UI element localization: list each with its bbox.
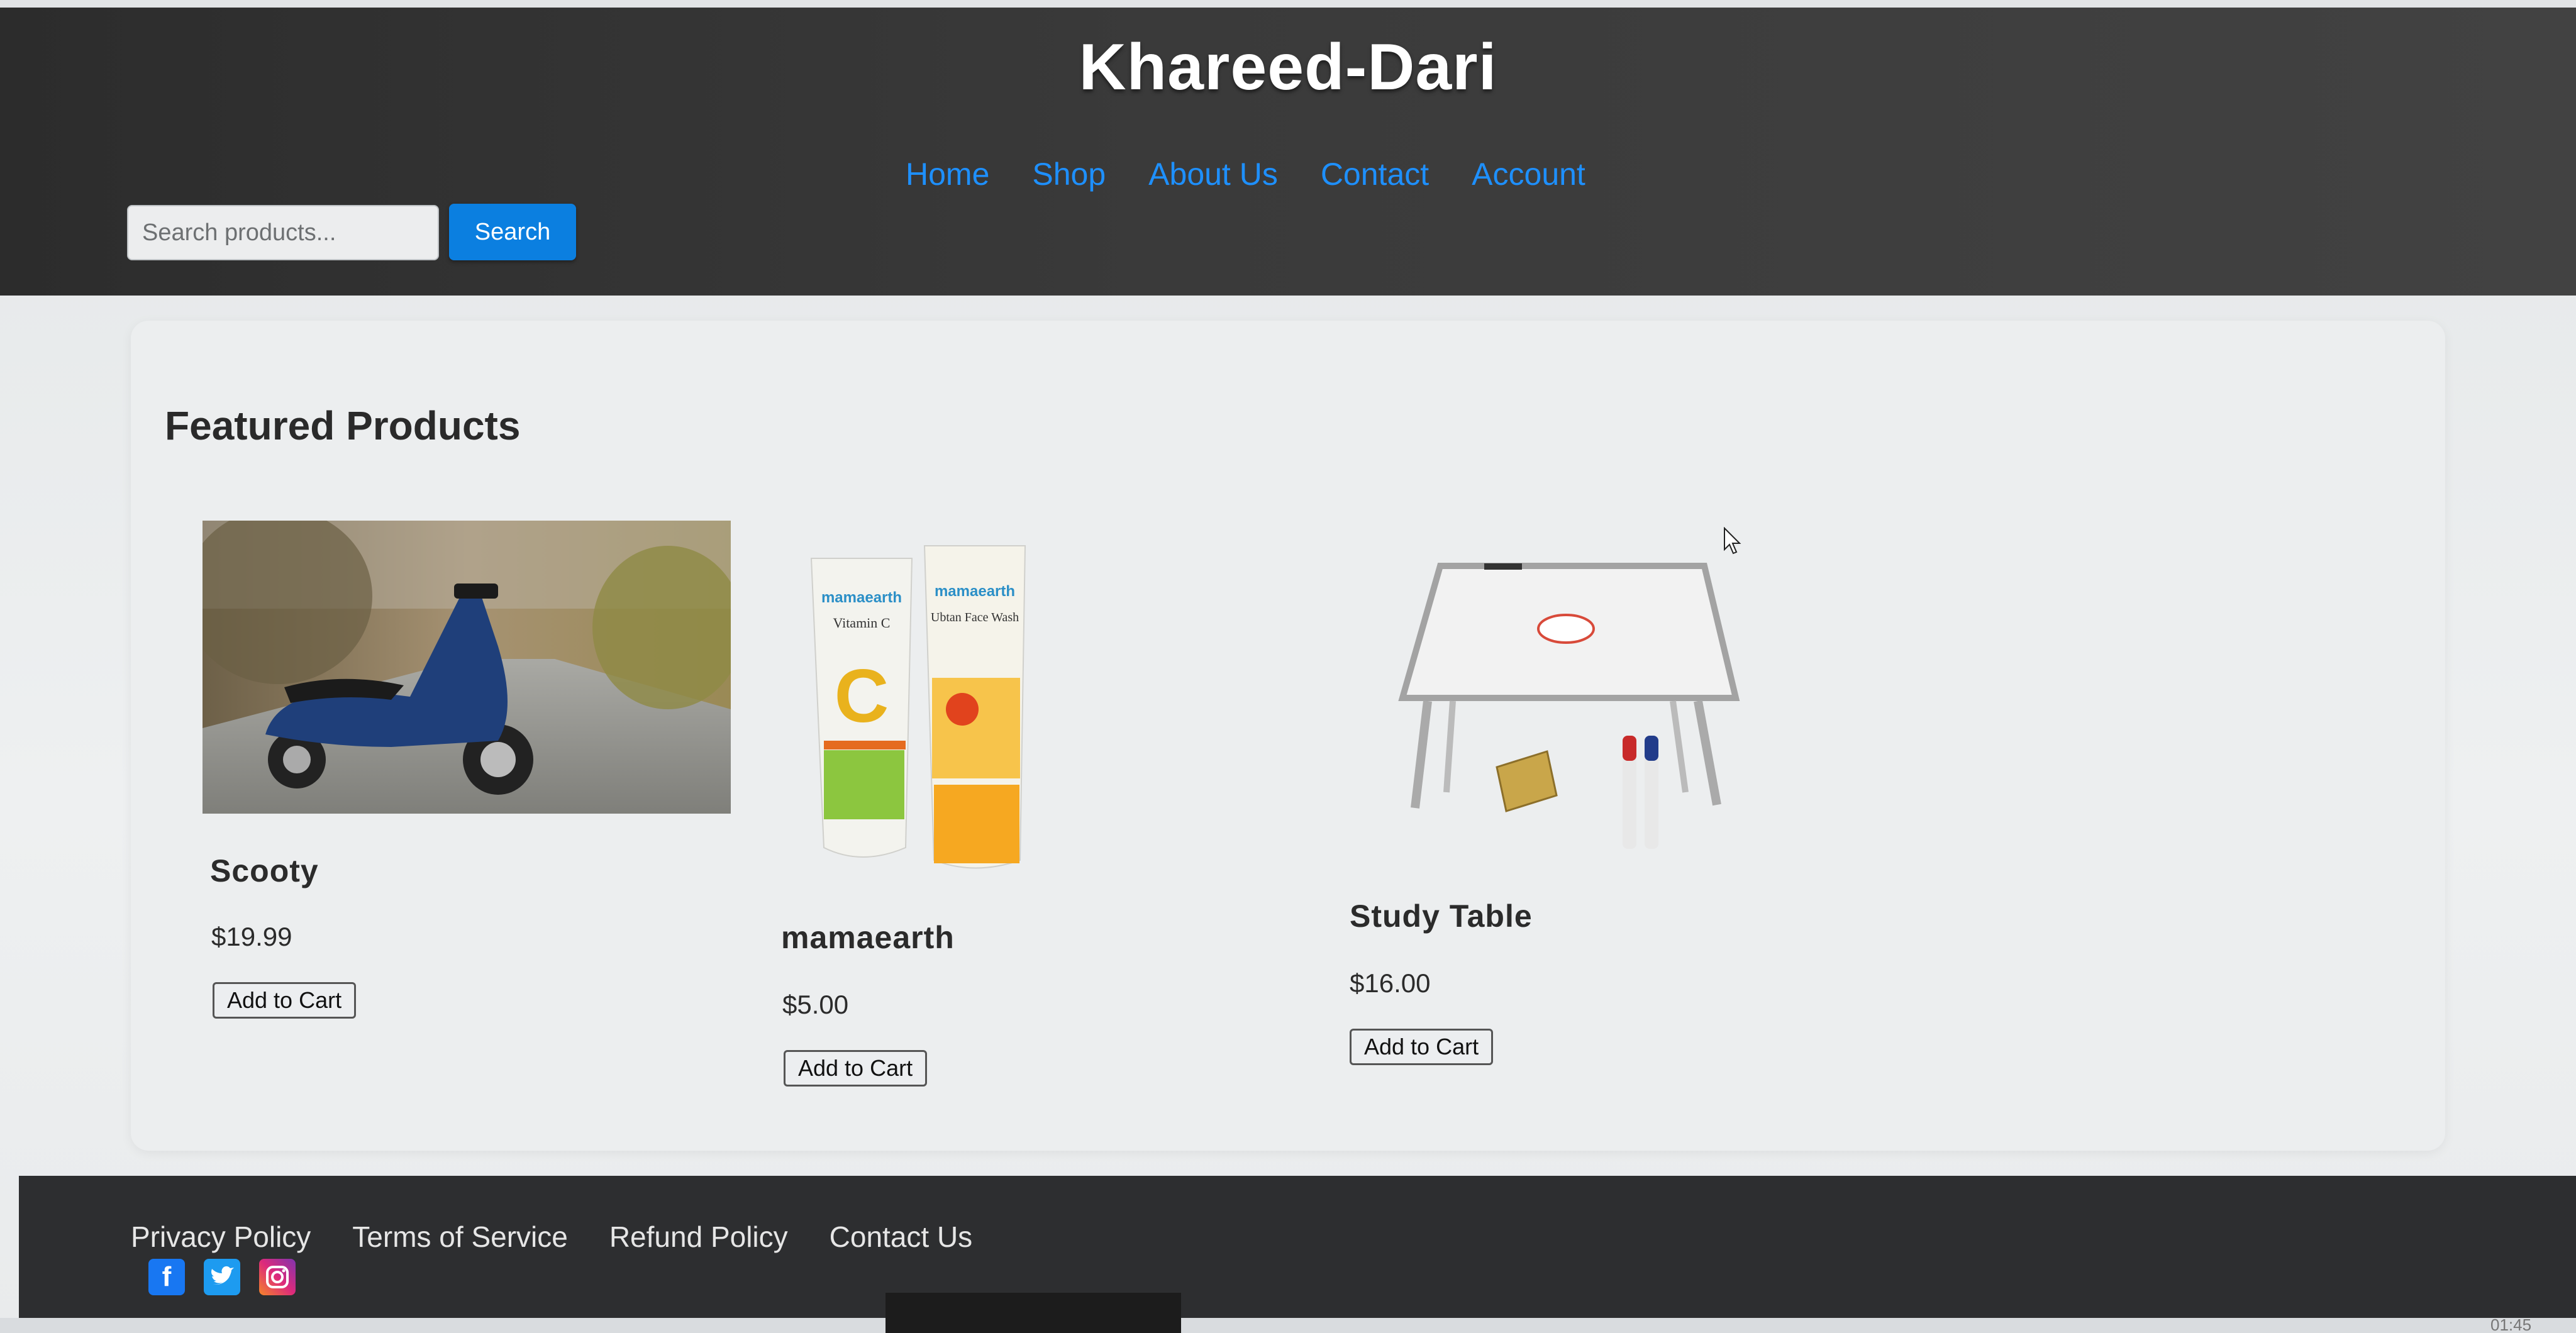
facebook-icon[interactable]: f xyxy=(148,1259,185,1295)
nav-home-link[interactable]: Home xyxy=(906,156,989,192)
skincare-tubes-photo: mamaearth Vitamin C C mamaearth Ubtan Fa… xyxy=(810,545,1026,869)
tube-brand-text: mamaearth xyxy=(821,589,902,606)
add-to-cart-button[interactable]: Add to Cart xyxy=(213,982,357,1019)
section-title: Featured Products xyxy=(165,403,521,448)
main-nav: Home Shop About Us Contact Account xyxy=(906,156,1585,192)
taskbar xyxy=(0,1318,2576,1333)
product-name: Study Table xyxy=(1350,899,1533,934)
site-title: Khareed-Dari xyxy=(1079,31,1497,104)
search-input[interactable] xyxy=(127,205,439,260)
add-to-cart-button[interactable]: Add to Cart xyxy=(1350,1029,1494,1065)
social-links: f xyxy=(148,1259,296,1295)
product-name: mamaearth xyxy=(781,920,955,955)
product-card: Scooty $19.99 Add to Cart xyxy=(189,503,731,1132)
instagram-icon[interactable] xyxy=(259,1259,296,1295)
tube-product-text: Ubtan Face Wash xyxy=(931,611,1019,624)
product-price: $5.00 xyxy=(782,990,849,1019)
product-image-scooter[interactable] xyxy=(203,521,731,814)
product-image-study-table[interactable] xyxy=(1396,560,1748,861)
product-price: $19.99 xyxy=(211,922,292,951)
nav-contact-link[interactable]: Contact xyxy=(1321,156,1429,192)
add-to-cart-button[interactable]: Add to Cart xyxy=(784,1050,928,1087)
footer-refund-policy-link[interactable]: Refund Policy xyxy=(609,1220,788,1254)
folding-table-photo xyxy=(1398,563,1740,849)
product-price: $16.00 xyxy=(1350,968,1431,998)
search-button[interactable]: Search xyxy=(449,204,576,260)
product-name: Scooty xyxy=(210,853,319,888)
nav-about-link[interactable]: About Us xyxy=(1148,156,1278,192)
product-card: mamaearth Vitamin C C mamaearth Ubtan Fa… xyxy=(761,503,1289,1132)
nav-account-link[interactable]: Account xyxy=(1472,156,1585,192)
nav-shop-link[interactable]: Shop xyxy=(1032,156,1106,192)
product-card: Study Table $16.00 Add to Cart xyxy=(1346,503,1874,1132)
taskbar-clock: 01:45 xyxy=(2490,1315,2532,1333)
page: Khareed-Dari Home Shop About Us Contact … xyxy=(0,0,2576,1333)
product-image-mamaearth[interactable]: mamaearth Vitamin C C mamaearth Ubtan Fa… xyxy=(799,533,1050,870)
footer-contact-link[interactable]: Contact Us xyxy=(830,1220,973,1254)
tube-product-text: Vitamin C xyxy=(833,615,891,631)
taskbar-app-button[interactable] xyxy=(886,1293,1181,1333)
twitter-icon[interactable] xyxy=(204,1259,240,1295)
footer-links: Privacy Policy Terms of Service Refund P… xyxy=(131,1220,972,1254)
svg-text:mamaearth: mamaearth xyxy=(935,583,1015,600)
mouse-cursor-icon xyxy=(1724,527,1741,555)
scooter-photo xyxy=(203,521,731,814)
footer-privacy-policy-link[interactable]: Privacy Policy xyxy=(131,1220,311,1254)
svg-text:C: C xyxy=(835,654,889,738)
footer-terms-link[interactable]: Terms of Service xyxy=(352,1220,568,1254)
